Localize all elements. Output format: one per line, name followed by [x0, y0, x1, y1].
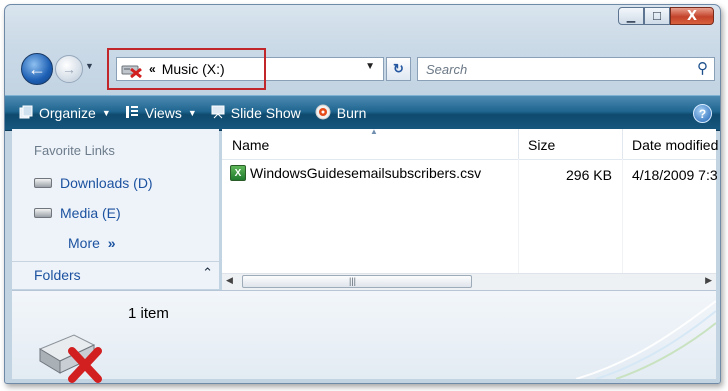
maximize-button[interactable]: ☐: [644, 7, 670, 25]
double-chevron-right-icon: »: [107, 235, 116, 251]
divider: [12, 261, 219, 262]
back-button[interactable]: ←: [21, 53, 53, 85]
file-size: 296 KB: [566, 167, 612, 183]
search-placeholder: Search: [426, 62, 468, 77]
column-divider[interactable]: [518, 129, 519, 159]
recent-pages-dropdown[interactable]: ▼: [85, 61, 94, 71]
slideshow-button[interactable]: Slide Show: [211, 96, 301, 130]
slideshow-label: Slide Show: [230, 105, 301, 121]
forward-button[interactable]: →: [55, 55, 83, 83]
close-button[interactable]: X: [670, 7, 714, 25]
back-arrow-icon: ←: [28, 58, 46, 79]
scrollbar-thumb[interactable]: |||: [242, 275, 472, 288]
more-label: More: [68, 235, 100, 251]
sort-ascending-icon: ▲: [370, 127, 378, 136]
column-headers: ▲ Name Size Date modified: [222, 127, 718, 160]
item-count: 1 item: [128, 305, 169, 322]
address-dropdown-icon[interactable]: ▼: [365, 61, 375, 72]
file-name[interactable]: WindowsGuidesemailsubscribers.csv: [250, 165, 481, 181]
favorite-link-label: Downloads (D): [60, 175, 153, 191]
search-box[interactable]: Search ⚲: [417, 57, 715, 81]
more-links-button[interactable]: More »: [68, 235, 116, 251]
column-divider[interactable]: [622, 129, 623, 159]
caption-buttons: ▁ ☐ X: [618, 7, 714, 25]
favorite-link-media[interactable]: Media (E): [34, 205, 121, 221]
slideshow-icon: [211, 105, 225, 122]
column-header-size[interactable]: Size: [528, 137, 555, 153]
favorite-links-heading: Favorite Links: [34, 143, 115, 158]
file-list-pane: ▲ Name Size Date modified X WindowsGuide…: [222, 127, 718, 290]
forward-arrow-icon: →: [62, 61, 76, 77]
burn-button[interactable]: Burn: [315, 96, 367, 130]
organize-icon: [19, 105, 33, 122]
column-header-date[interactable]: Date modified: [632, 137, 718, 153]
search-icon[interactable]: ⚲: [697, 59, 708, 77]
burn-icon: [315, 104, 331, 123]
annotation-highlight-box: [107, 48, 266, 90]
burn-label: Burn: [336, 105, 367, 121]
refresh-icon: ↻: [393, 61, 404, 76]
drive-icon: [34, 208, 52, 218]
help-button[interactable]: ?: [693, 104, 712, 123]
organize-label: Organize: [39, 105, 96, 121]
decorative-swirl: [575, 300, 716, 379]
chevron-up-icon[interactable]: ⌃: [202, 265, 213, 281]
grip-icon: |||: [349, 276, 357, 286]
folders-toggle[interactable]: Folders: [34, 267, 81, 283]
views-button[interactable]: Views ▼: [125, 96, 197, 130]
minimize-button[interactable]: ▁: [618, 7, 644, 25]
chevron-down-icon: ▼: [187, 108, 197, 118]
column-header-name[interactable]: Name: [232, 137, 269, 153]
drive-icon: [34, 178, 52, 188]
views-icon: [125, 105, 139, 122]
excel-csv-icon: X: [230, 165, 246, 181]
file-row[interactable]: X WindowsGuidesemailsubscribers.csv 296 …: [222, 163, 718, 185]
views-label: Views: [144, 105, 182, 121]
disconnected-drive-large-icon: [34, 327, 114, 383]
scroll-right-icon[interactable]: ▶: [705, 275, 712, 286]
file-date: 4/18/2009 7:3: [632, 167, 718, 183]
favorite-link-label: Media (E): [60, 205, 121, 221]
command-toolbar: Organize ▼ Views ▼ Slide Show Burn ?: [5, 95, 720, 131]
chevron-down-icon: ▼: [101, 108, 111, 118]
horizontal-scrollbar[interactable]: ◀ ||| ▶: [222, 273, 716, 290]
scroll-left-icon[interactable]: ◀: [226, 275, 233, 286]
favorite-link-downloads[interactable]: Downloads (D): [34, 175, 153, 191]
refresh-button[interactable]: ↻: [386, 57, 411, 81]
details-pane: 1 item: [12, 290, 716, 383]
navigation-pane: Favorite Links Downloads (D) Media (E) M…: [12, 129, 219, 289]
organize-button[interactable]: Organize ▼: [19, 96, 111, 130]
